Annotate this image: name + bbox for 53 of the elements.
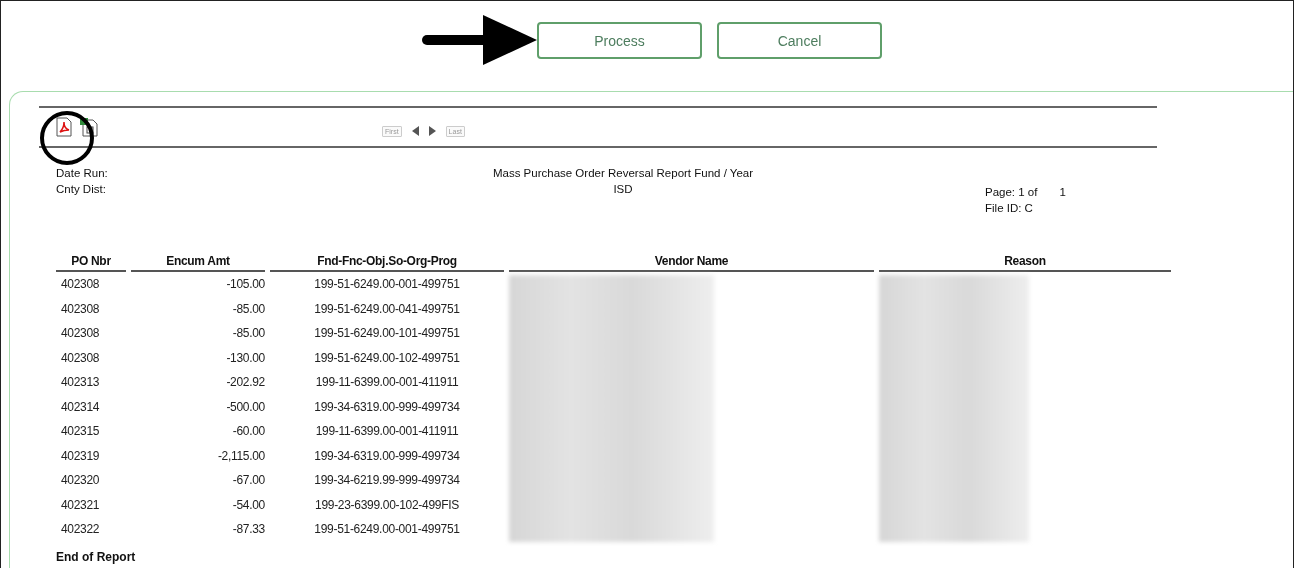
spreadsheet-icon[interactable] [79,117,99,137]
table-cell-text: 199-51-6249.00-001-499751 [313,276,461,293]
table-cell-text: 199-51-6249.00-101-499751 [313,325,461,342]
table-cell-text: 199-11-6399.00-001-411911 [314,374,460,391]
table-cell-text: 199-11-6399.00-001-411911 [314,423,460,440]
table-cell-text: 402321 [60,496,101,514]
cancel-button[interactable]: Cancel [717,22,882,59]
table-cell-text: 402308 [60,349,101,367]
file-id: File ID: C [985,202,1034,214]
column-header: PO Nbr [56,254,126,272]
table-cell-text: -105.00 [225,276,265,293]
table-cell-text: -85.00 [231,325,265,342]
previous-icon[interactable] [411,126,419,136]
table-cell-text: 402319 [60,447,101,465]
table-cell-text: 199-51-6249.00-102-499751 [313,349,461,367]
table-cell-text: 199-51-6249.00-041-499751 [313,300,461,318]
table-cell-text: 402313 [60,374,101,391]
process-button[interactable]: Process [537,22,702,59]
table-cell-text: 402315 [60,423,101,440]
table-cell-text: -202.92 [225,374,265,391]
table-cell-text: -54.00 [231,496,265,514]
date-run-label: Date Run: [56,167,109,179]
table-cell-text: 402308 [60,276,101,293]
table-cell-text: 402314 [60,398,101,416]
table-cell-text: 402308 [60,325,101,342]
table-cell-text: -60.00 [231,423,265,440]
pdf-icon[interactable] [55,117,73,137]
next-icon[interactable] [428,126,436,136]
circle-annotation [40,111,94,165]
table-cell-text: -2,115.00 [216,447,265,465]
county-district-label: Cnty Dist: [56,183,107,195]
report-title: Mass Purchase Order Reversal Report Fund / Year [492,167,754,179]
table-cell-text: -85.00 [231,300,265,318]
table-cell-text: 402322 [60,521,101,538]
table-cell-text: 199-23-6399.00-102-499FIS [314,496,460,514]
table-cell-text: -67.00 [231,472,265,489]
column-header: Fnd-Fnc-Obj.So-Org-Prog [270,254,504,272]
end-of-report: End of Report [56,549,137,564]
table-cell-text: 199-51-6249.00-001-499751 [313,521,461,538]
table-cell-text: 402320 [60,472,101,489]
column-header: Vendor Name [509,254,874,272]
table-cell-text: -87.33 [231,521,265,538]
table-cell-text: -500.00 [225,398,265,416]
page-label: Page: 1 of [985,186,1038,198]
page-total: 1 [1059,186,1066,198]
table-cell-text: 402308 [60,300,101,318]
column-header: Encum Amt [131,254,265,272]
report-subtitle: ISD [613,183,633,195]
table-cell-text: 199-34-6319.00-999-499734 [313,398,461,416]
table-cell-text: -130.00 [225,349,265,367]
table-cell-text: 199-34-6319.00-999-499734 [313,447,461,465]
table-cell-text: 199-34-6219.99-999-499734 [313,472,461,489]
column-header: Reason [879,254,1171,272]
